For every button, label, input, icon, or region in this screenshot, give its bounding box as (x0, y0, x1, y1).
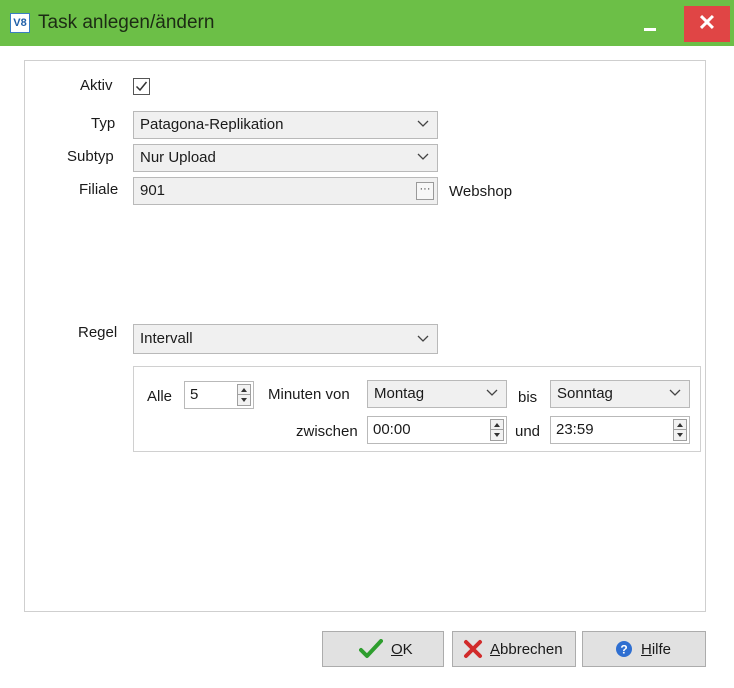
subtyp-select[interactable]: Nur Upload (133, 144, 438, 172)
ok-button[interactable]: OK (322, 631, 444, 667)
minimize-button[interactable] (630, 4, 670, 42)
help-button[interactable]: ? Hilfe (582, 631, 706, 667)
stepper-buttons[interactable] (237, 384, 251, 406)
chevron-down-icon (417, 153, 429, 160)
to-time-stepper[interactable]: 23:59 (550, 416, 690, 444)
from-day-value: Montag (374, 385, 425, 402)
window-title: Task anlegen/ändern (38, 12, 215, 33)
to-day-select[interactable]: Sonntag (550, 380, 690, 408)
filiale-input[interactable]: 901 ··· (133, 177, 438, 205)
minuten-von-label: Minuten von (268, 386, 350, 403)
aktiv-checkbox[interactable] (133, 78, 150, 95)
x-icon (464, 640, 482, 658)
help-button-label: Hilfe (641, 641, 672, 658)
filiale-value: 901 (140, 182, 166, 199)
alle-label: Alle (147, 388, 173, 405)
typ-select[interactable]: Patagona-Replikation (133, 111, 438, 139)
svg-text:?: ? (620, 643, 627, 657)
from-day-select[interactable]: Montag (367, 380, 507, 408)
app-logo-icon: V8 (10, 13, 30, 33)
subtyp-label: Subtyp (67, 148, 114, 165)
regel-label: Regel (78, 324, 118, 341)
to-day-value: Sonntag (557, 385, 613, 402)
und-label: und (515, 423, 541, 440)
ok-button-label: OK (391, 641, 413, 658)
regel-value: Intervall (140, 330, 193, 347)
from-time-value: 00:00 (373, 421, 411, 438)
aktiv-label: Aktiv (80, 77, 113, 94)
subtyp-value: Nur Upload (140, 149, 216, 166)
title-bar[interactable]: V8 Task anlegen/ändern ✕ (0, 0, 734, 46)
filiale-label: Filiale (79, 181, 119, 198)
chevron-down-icon (669, 389, 681, 396)
checkmark-icon (135, 81, 148, 92)
typ-value: Patagona-Replikation (140, 116, 284, 133)
cancel-button[interactable]: Abbrechen (452, 631, 576, 667)
checkmark-icon (359, 639, 383, 658)
help-icon: ? (616, 641, 632, 657)
stepper-buttons[interactable] (490, 419, 504, 441)
interval-minutes-stepper[interactable]: 5 (184, 381, 254, 409)
chevron-down-icon (417, 120, 429, 127)
cancel-button-label: Abbrechen (490, 641, 563, 658)
from-time-stepper[interactable]: 00:00 (367, 416, 507, 444)
bis-label: bis (518, 389, 538, 406)
chevron-down-icon (486, 389, 498, 396)
filiale-name: Webshop (449, 183, 513, 200)
typ-label: Typ (91, 115, 116, 132)
zwischen-label: zwischen (296, 423, 358, 440)
close-button[interactable]: ✕ (684, 6, 730, 42)
interval-minutes-value: 5 (190, 386, 199, 403)
regel-select[interactable]: Intervall (133, 324, 438, 354)
minimize-icon (644, 28, 656, 31)
to-time-value: 23:59 (556, 421, 594, 438)
stepper-buttons[interactable] (673, 419, 687, 441)
chevron-down-icon (417, 335, 429, 342)
filiale-browse-button[interactable]: ··· (416, 182, 434, 200)
